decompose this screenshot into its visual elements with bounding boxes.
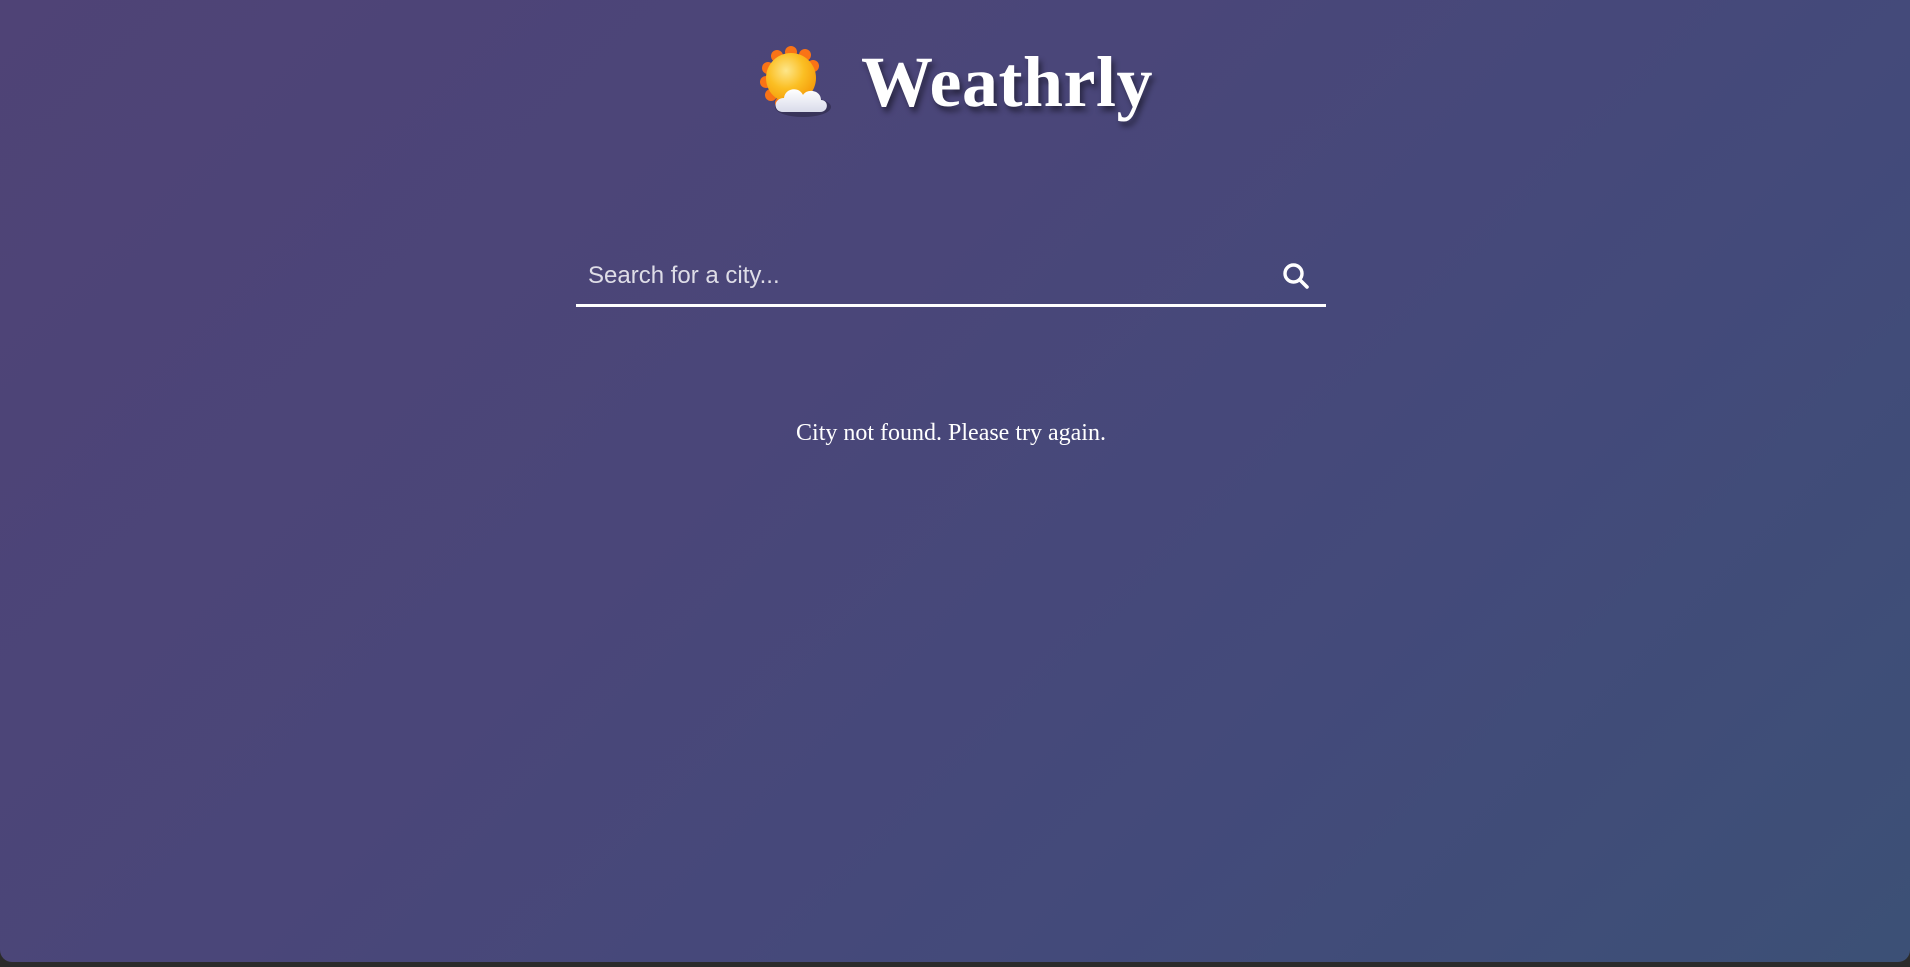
search-input[interactable] — [576, 251, 1268, 301]
app-window: Weathrly City not found. Please try agai… — [0, 0, 1910, 962]
sun-behind-cloud-icon — [757, 42, 837, 122]
error-message: City not found. Please try again. — [796, 420, 1106, 446]
search-button[interactable] — [1268, 251, 1324, 301]
app-title: Weathrly — [861, 42, 1153, 122]
app-header: Weathrly — [0, 42, 1910, 122]
search-icon — [1281, 261, 1311, 291]
search-bar — [576, 248, 1326, 307]
